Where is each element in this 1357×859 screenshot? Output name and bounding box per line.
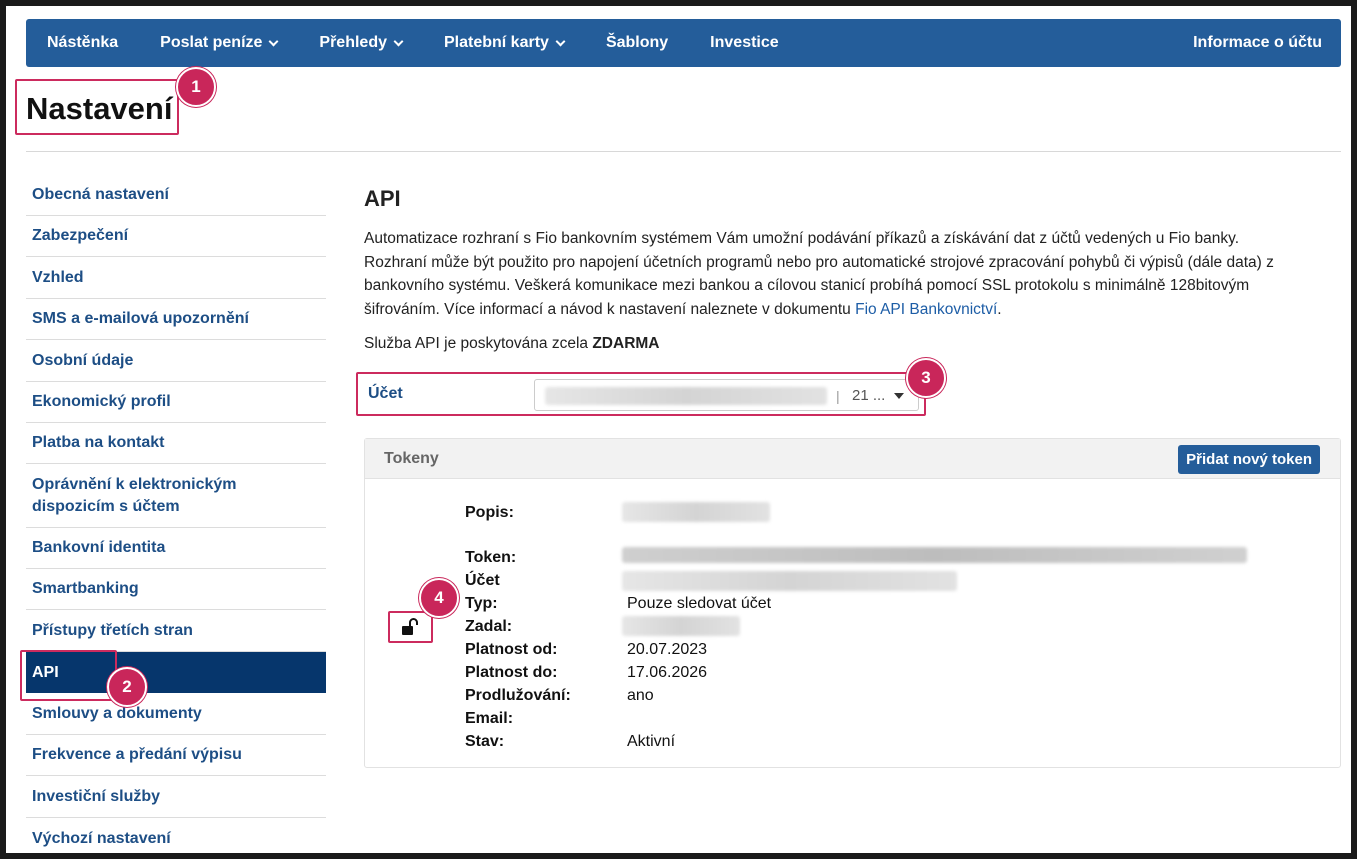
callout-4: 4 bbox=[419, 578, 459, 618]
sidebar-item-label: Vzhled bbox=[32, 268, 84, 286]
label-typ: Typ: bbox=[465, 595, 498, 612]
sidebar-item-opravneni[interactable]: Oprávnění k elektronickým dispozicím s ú… bbox=[26, 464, 326, 528]
nav-sablony[interactable]: Šablony bbox=[585, 34, 689, 52]
sidebar-item-label: SMS a e-mailová upozornění bbox=[32, 310, 249, 327]
sidebar-item-label: Smartbanking bbox=[32, 580, 139, 597]
chevron-down-icon bbox=[393, 36, 404, 46]
tokens-panel: Tokeny Přidat nový token Popis: Token: Ú… bbox=[364, 438, 1341, 768]
nav-label: Poslat peníze bbox=[160, 34, 263, 51]
sidebar-item-label: Oprávnění k elektronickým dispozicím s ú… bbox=[32, 475, 237, 515]
label-email: Email: bbox=[465, 710, 514, 727]
sidebar-item-sms-upozorneni[interactable]: SMS a e-mailová upozornění bbox=[26, 299, 326, 340]
sidebar-item-osobni-udaje[interactable]: Osobní údaje bbox=[26, 340, 326, 382]
settings-sidebar: Obecná nastavení Zabezpečení Vzhled SMS … bbox=[26, 174, 326, 853]
caret-down-icon bbox=[894, 393, 904, 399]
chevron-down-icon bbox=[555, 36, 566, 46]
sidebar-item-label: Zabezpečení bbox=[32, 227, 129, 244]
app-frame: Nástěnka Poslat peníze Přehledy Platební… bbox=[6, 6, 1351, 853]
description-suffix: . bbox=[997, 300, 1002, 318]
sidebar-item-label: Platba na kontakt bbox=[32, 434, 165, 451]
nav-label: Informace o účtu bbox=[1193, 34, 1322, 51]
nav-nastenka[interactable]: Nástěnka bbox=[26, 34, 139, 52]
api-description: Automatizace rozhraní s Fio bankovním sy… bbox=[364, 227, 1274, 321]
api-section: API Automatizace rozhraní s Fio bankovní… bbox=[364, 176, 1344, 353]
sidebar-item-label: Bankovní identita bbox=[32, 539, 166, 556]
nav-informace-o-uctu[interactable]: Informace o účtu bbox=[1172, 34, 1341, 52]
sidebar-item-label: Ekonomický profil bbox=[32, 393, 171, 410]
sidebar-item-label: Výchozí nastavení bbox=[32, 829, 171, 847]
redacted-zadal bbox=[622, 616, 740, 636]
sidebar-item-bankovni-identita[interactable]: Bankovní identita bbox=[26, 528, 326, 569]
value-platnost-do: 17.06.2026 bbox=[627, 664, 708, 681]
redacted-ucet bbox=[622, 571, 957, 591]
nav-label: Platební karty bbox=[444, 34, 549, 51]
nav-prehledy[interactable]: Přehledy bbox=[298, 34, 423, 52]
sidebar-item-pristupy-tretich-stran[interactable]: Přístupy třetích stran bbox=[26, 610, 326, 652]
section-heading: API bbox=[364, 186, 401, 211]
sidebar-item-vychozi-nastaveni[interactable]: Výchozí nastavení bbox=[26, 818, 326, 853]
sidebar-item-label: Osobní údaje bbox=[32, 351, 134, 369]
value-prodluzovani: ano bbox=[627, 687, 654, 704]
value-typ: Pouze sledovat účet bbox=[627, 595, 772, 612]
sidebar-item-zabezpeceni[interactable]: Zabezpečení bbox=[26, 216, 326, 257]
label-platnost-do: Platnost do: bbox=[465, 664, 558, 681]
value-platnost-od: 20.07.2023 bbox=[627, 641, 708, 658]
sidebar-item-investicni-sluzby[interactable]: Investiční služby bbox=[26, 776, 326, 818]
sidebar-item-label: Smlouvy a dokumenty bbox=[32, 704, 202, 722]
chevron-down-icon bbox=[268, 36, 279, 46]
sidebar-item-platba-na-kontakt[interactable]: Platba na kontakt bbox=[26, 423, 326, 464]
label-prodluzovani: Prodlužování: bbox=[465, 687, 571, 704]
divider bbox=[26, 151, 1341, 152]
label-token: Token: bbox=[465, 549, 517, 566]
tokens-header: Tokeny Přidat nový token bbox=[365, 439, 1340, 479]
nav-label: Nástěnka bbox=[47, 34, 119, 51]
fio-api-doc-link[interactable]: Fio API Bankovnictví bbox=[855, 301, 997, 318]
nav-label: Šablony bbox=[605, 34, 669, 51]
highlight-box-api bbox=[20, 650, 117, 701]
label-zadal: Zadal: bbox=[465, 618, 513, 635]
account-row: Účet | 21 ... bbox=[356, 372, 926, 416]
free-bold: ZDARMA bbox=[592, 335, 660, 352]
sidebar-item-smartbanking[interactable]: Smartbanking bbox=[26, 569, 326, 610]
sidebar-item-vzhled[interactable]: Vzhled bbox=[26, 257, 326, 299]
nav-investice[interactable]: Investice bbox=[689, 34, 799, 52]
sidebar-item-frekvence[interactable]: Frekvence a předání výpisu bbox=[26, 735, 326, 776]
free-prefix: Služba API je poskytována zcela bbox=[364, 335, 593, 352]
description-text: Automatizace rozhraní s Fio bankovním sy… bbox=[364, 230, 1274, 318]
select-separator: | bbox=[836, 388, 840, 404]
value-stav: Aktivní bbox=[627, 733, 676, 750]
label-popis: Popis: bbox=[465, 504, 514, 521]
nav-platebni-karty[interactable]: Platební karty bbox=[423, 34, 585, 52]
page-title: Nastavení bbox=[26, 91, 173, 126]
free-service-note: Služba API je poskytována zcela ZDARMA bbox=[364, 335, 1344, 353]
tokens-title: Tokeny bbox=[384, 450, 439, 467]
label-stav: Stav: bbox=[465, 733, 505, 750]
sidebar-item-label: Obecná nastavení bbox=[32, 185, 169, 203]
redacted-token bbox=[622, 547, 1247, 563]
redacted-account bbox=[545, 387, 827, 405]
callout-3: 3 bbox=[906, 358, 946, 398]
nav-poslat-penize[interactable]: Poslat peníze bbox=[139, 34, 298, 52]
account-select[interactable]: | 21 ... bbox=[534, 379, 919, 411]
nav-label: Přehledy bbox=[319, 34, 387, 51]
select-value: 21 ... bbox=[852, 387, 886, 404]
add-token-button[interactable]: Přidat nový token bbox=[1178, 445, 1320, 474]
label-ucet: Účet bbox=[465, 572, 500, 589]
label-platnost-od: Platnost od: bbox=[465, 641, 558, 658]
sidebar-item-label: Frekvence a předání výpisu bbox=[32, 746, 242, 763]
account-label: Účet bbox=[368, 385, 403, 402]
top-navigation: Nástěnka Poslat peníze Přehledy Platební… bbox=[26, 19, 1341, 67]
callout-2: 2 bbox=[107, 667, 147, 707]
unlock-icon bbox=[401, 618, 418, 635]
sidebar-item-ekonomicky-profil[interactable]: Ekonomický profil bbox=[26, 382, 326, 423]
token-lock-button[interactable] bbox=[388, 611, 433, 643]
redacted-popis bbox=[622, 502, 770, 522]
sidebar-item-label: Investiční služby bbox=[32, 787, 161, 805]
sidebar-item-label: Přístupy třetích stran bbox=[32, 621, 193, 639]
callout-1: 1 bbox=[176, 67, 216, 107]
sidebar-item-obecna-nastaveni[interactable]: Obecná nastavení bbox=[26, 174, 326, 216]
nav-label: Investice bbox=[710, 34, 779, 51]
